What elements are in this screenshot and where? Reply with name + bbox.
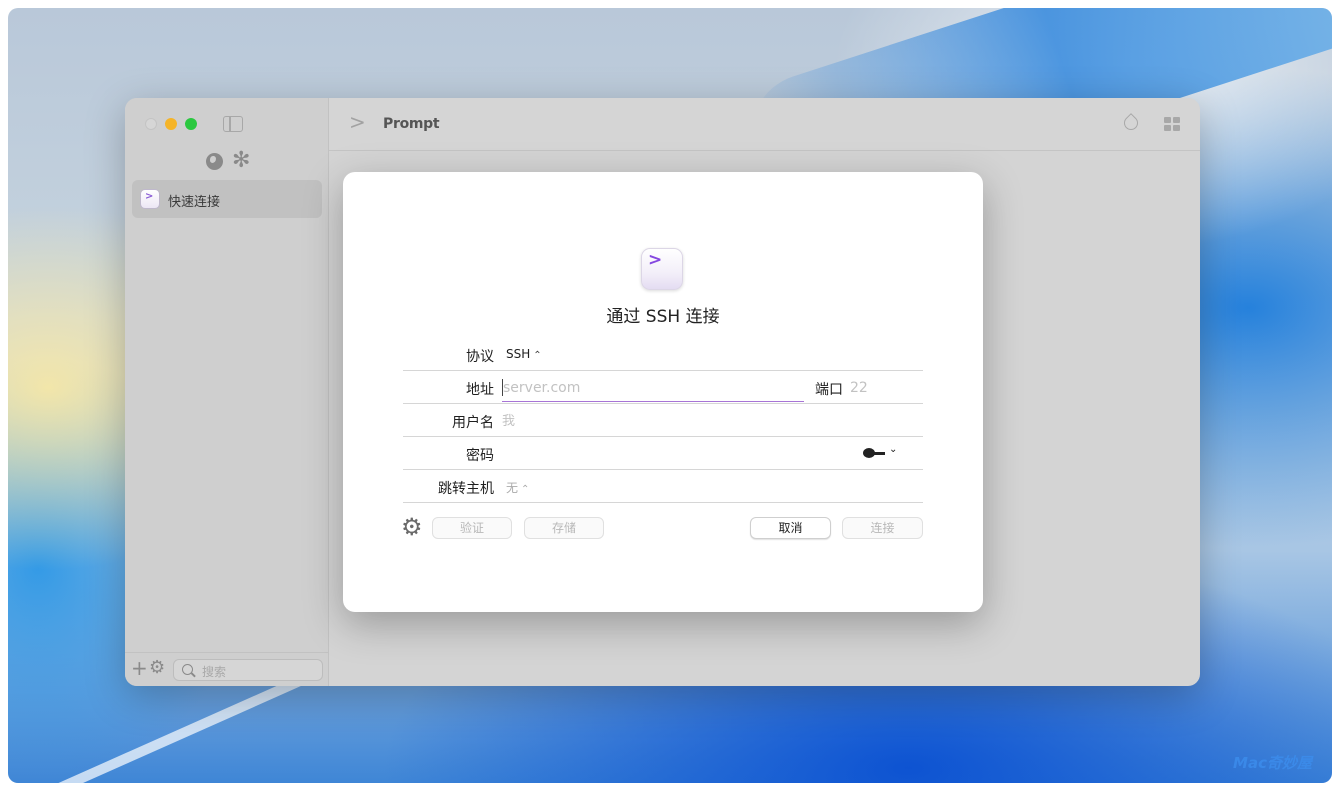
asterisk-icon[interactable]: ✻ [232, 150, 250, 172]
prompt-chevron-icon: > [349, 110, 366, 134]
globe-icon[interactable] [206, 153, 223, 170]
plus-icon[interactable]: + [131, 658, 148, 678]
port-label: 端口 [815, 382, 843, 398]
protocol-row: 协议 SSH ⌃ [403, 338, 923, 371]
connect-button[interactable]: 连接 [842, 517, 923, 539]
minimize-window-button[interactable] [165, 118, 177, 130]
chevron-right-icon: > [648, 250, 663, 270]
toolbar: > Prompt [329, 98, 1200, 151]
grid-icon[interactable] [1164, 117, 1180, 131]
sidebar-item-label: 快速连接 [168, 195, 221, 210]
address-row: 地址 端口 [403, 371, 923, 404]
sidebar: ✻ > 快速连接 + ⚙ 搜索 [125, 98, 329, 686]
window-title: Prompt [383, 116, 440, 132]
sidebar-footer: + ⚙ 搜索 [125, 652, 328, 686]
cancel-button[interactable]: 取消 [750, 517, 831, 539]
protocol-label: 协议 [466, 349, 494, 365]
gear-icon[interactable]: ⚙ [401, 515, 423, 539]
chevron-down-icon: ⌄ [889, 444, 898, 455]
watermark: Mac奇妙屋 [1233, 754, 1312, 772]
protocol-select[interactable]: SSH ⌃ [506, 347, 542, 361]
text-caret [502, 379, 503, 396]
username-label: 用户名 [452, 415, 494, 431]
username-row: 用户名 [403, 404, 923, 437]
search-icon [182, 664, 193, 675]
search-placeholder: 搜索 [202, 665, 227, 679]
ssh-connect-sheet: > 通过 SSH 连接 协议 SSH⌃ 地址 端口 用户名 密码 ⌄ 跳转主 [343, 172, 983, 612]
address-label: 地址 [466, 382, 494, 398]
password-field[interactable] [502, 443, 842, 465]
protocol-value: SSH [506, 347, 531, 361]
zoom-window-button[interactable] [185, 118, 197, 130]
address-field[interactable] [502, 375, 804, 402]
close-window-button[interactable] [145, 118, 157, 130]
updown-icon: ⌃ [533, 350, 542, 361]
prompt-app-icon-large: > [641, 248, 683, 290]
sidebar-toggle-icon[interactable] [223, 116, 243, 132]
port-field[interactable] [850, 377, 910, 399]
password-label: 密码 [466, 448, 494, 464]
sidebar-item-quick-connect[interactable]: > 快速连接 [132, 180, 322, 218]
updown-icon: ⌃ [521, 484, 530, 495]
prompt-app-icon: > [140, 189, 160, 209]
password-row: 密码 ⌄ [403, 437, 923, 470]
save-button[interactable]: 存储 [524, 517, 604, 539]
username-field[interactable] [502, 410, 802, 432]
jump-host-label: 跳转主机 [438, 481, 494, 497]
jump-host-select[interactable]: 无 ⌃ [506, 479, 529, 496]
settings-gear-icon[interactable]: ⚙ [149, 658, 165, 678]
jump-host-row: 跳转主机 无 ⌃ [403, 470, 923, 503]
search-input[interactable]: 搜索 [173, 659, 323, 681]
verify-button[interactable]: 验证 [432, 517, 512, 539]
jump-host-value: 无 [506, 481, 519, 495]
key-menu-button[interactable]: ⌄ [863, 444, 899, 461]
drop-icon[interactable] [1121, 113, 1141, 133]
connection-form: 协议 SSH⌃ 地址 端口 用户名 密码 ⌄ 跳转主机 无⌃ [403, 338, 923, 503]
sheet-title: 通过 SSH 连接 [606, 307, 720, 327]
key-icon [863, 448, 885, 458]
